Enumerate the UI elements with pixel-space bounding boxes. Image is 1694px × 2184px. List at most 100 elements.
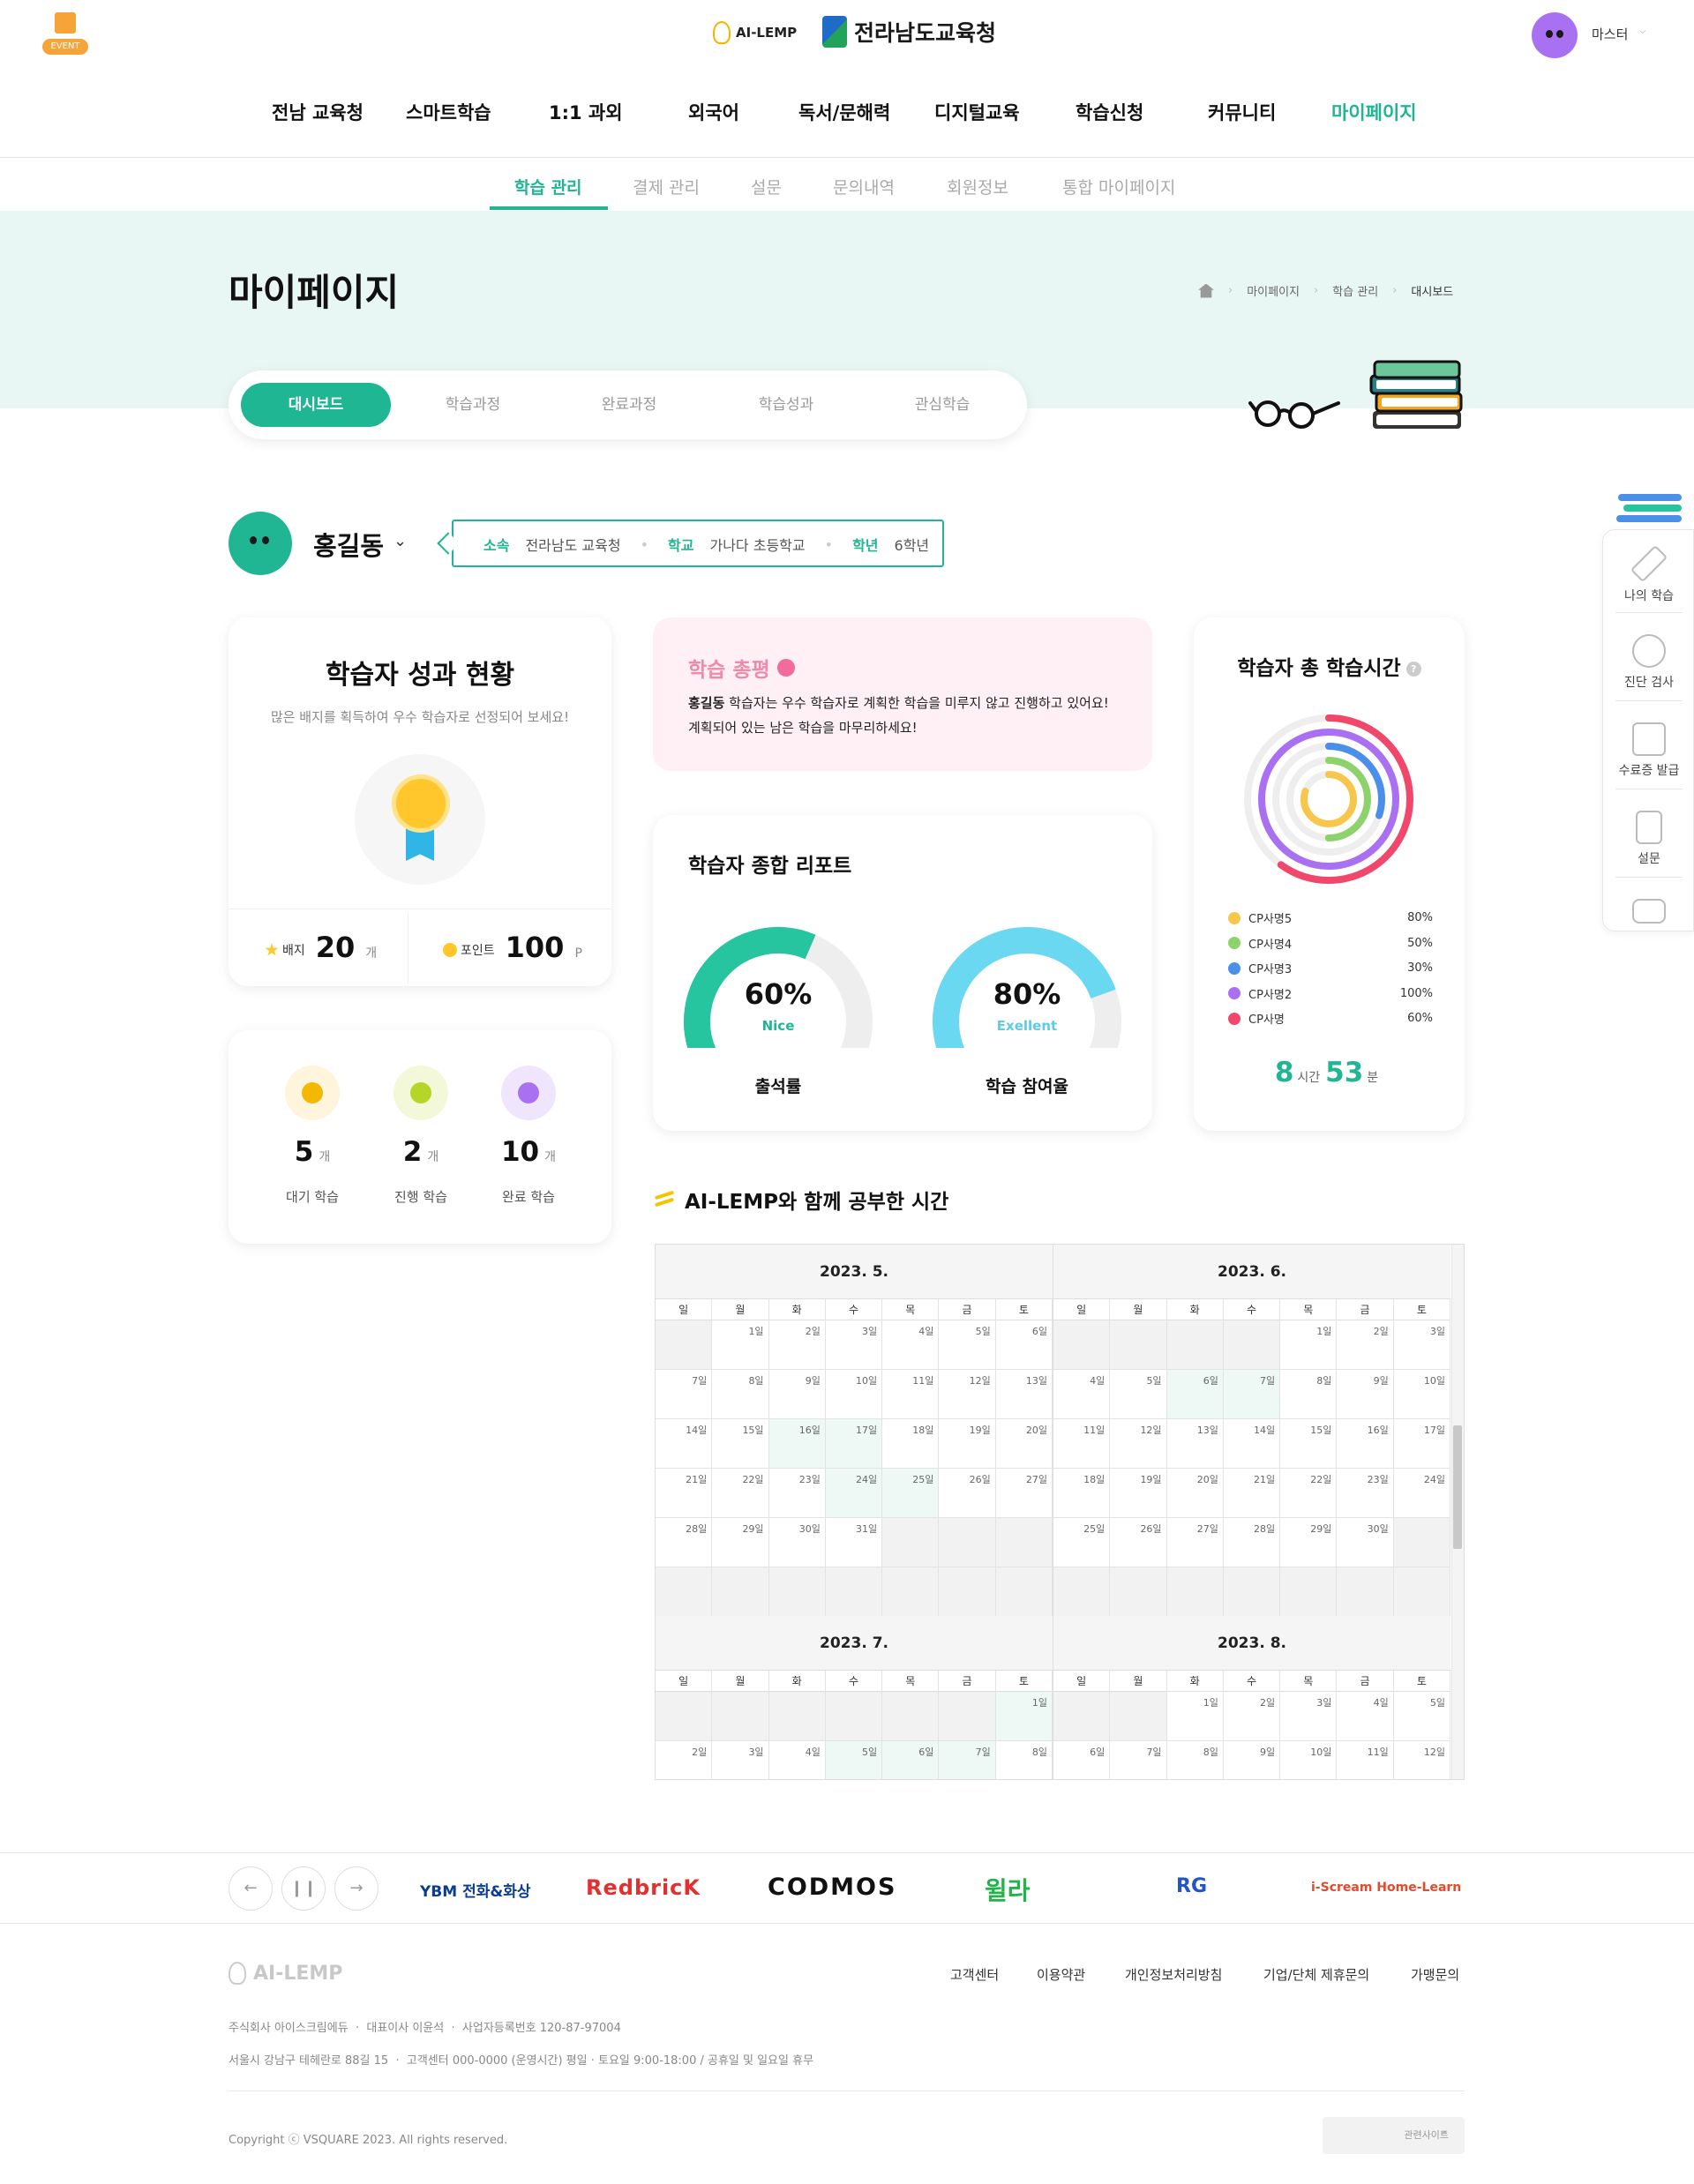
chevron-down-icon[interactable]: ⌄ <box>394 532 407 550</box>
profile-name[interactable]: 홍길동 <box>313 526 384 563</box>
calendar-day[interactable]: 16일 <box>1337 1419 1394 1469</box>
partner-logo-willa[interactable]: 윌라 <box>985 1872 1031 1907</box>
calendar-day[interactable]: 29일 <box>1280 1518 1338 1567</box>
calendar-day[interactable]: 17일 <box>825 1419 883 1469</box>
calendar-day[interactable]: 30일 <box>768 1518 826 1567</box>
calendar-day[interactable]: 1일 <box>1166 1692 1224 1741</box>
calendar-day[interactable]: 22일 <box>1280 1469 1338 1518</box>
calendar-day[interactable]: 25일 <box>1053 1518 1111 1567</box>
calendar-day[interactable]: 3일 <box>1280 1692 1338 1741</box>
calendar-day[interactable]: 8일 <box>1280 1370 1338 1419</box>
calendar-day[interactable]: 12일 <box>1394 1741 1450 1779</box>
footer-link-cs[interactable]: 고객센터 <box>950 1965 999 1984</box>
calendar-day[interactable]: 11일 <box>1337 1741 1394 1779</box>
gnb-item-digital[interactable]: 디지털교육 <box>934 99 1020 125</box>
scrollbar-thumb[interactable] <box>1453 1425 1462 1549</box>
tab-results[interactable]: 학습성과 <box>711 383 861 427</box>
calendar-day[interactable]: 9일 <box>768 1370 826 1419</box>
gnb-item-reading[interactable]: 독서/문해력 <box>798 99 890 125</box>
calendar-day[interactable]: 1일 <box>1280 1320 1338 1370</box>
calendar-day[interactable]: 21일 <box>1223 1469 1281 1518</box>
event-badge[interactable]: EVENT <box>42 39 88 55</box>
calendar-day[interactable]: 4일 <box>1053 1370 1111 1419</box>
calendar-day[interactable]: 7일 <box>1110 1741 1167 1779</box>
calendar-day[interactable]: 4일 <box>882 1320 940 1370</box>
tab-courses[interactable]: 학습과정 <box>398 383 548 427</box>
study-calendar[interactable]: 2023. 5. 일 월 화 수 목 금 토 1일 2일 3일 4일 5일 6일 7일 8일 9일 10일 11일 1… <box>655 1244 1465 1780</box>
partner-logo-redbrick[interactable]: RedbricK <box>586 1875 701 1900</box>
calendar-day[interactable]: 2일 <box>1223 1692 1281 1741</box>
calendar-day[interactable]: 28일 <box>656 1518 713 1567</box>
calendar-day[interactable]: 6일 <box>1166 1370 1224 1419</box>
calendar-day[interactable]: 1일 <box>995 1692 1053 1741</box>
gift-icon[interactable] <box>55 12 76 34</box>
calendar-day[interactable]: 27일 <box>995 1469 1053 1518</box>
calendar-day[interactable]: 19일 <box>1110 1469 1167 1518</box>
quick-menu-my-study[interactable]: 나의 학습 <box>1603 544 1694 604</box>
calendar-day[interactable]: 18일 <box>882 1419 940 1469</box>
calendar-day[interactable]: 1일 <box>712 1320 769 1370</box>
calendar-day[interactable]: 8일 <box>1167 1741 1224 1779</box>
calendar-day[interactable]: 26일 <box>1110 1518 1167 1567</box>
calendar-day[interactable]: 5일 <box>1110 1370 1167 1419</box>
gnb-item-mypage[interactable]: 마이페이지 <box>1331 99 1417 125</box>
lnb-item-payment[interactable]: 결제 관리 <box>633 175 700 198</box>
calendar-day[interactable]: 24일 <box>1393 1469 1450 1518</box>
calendar-day[interactable]: 15일 <box>712 1419 769 1469</box>
calendar-day[interactable]: 3일 <box>712 1741 769 1779</box>
calendar-day[interactable]: 2일 <box>768 1320 826 1370</box>
calendar-day[interactable]: 7일 <box>656 1370 713 1419</box>
calendar-day[interactable]: 26일 <box>939 1469 996 1518</box>
calendar-day[interactable]: 15일 <box>1280 1419 1338 1469</box>
calendar-day[interactable]: 25일 <box>882 1469 940 1518</box>
quick-menu-chat[interactable] <box>1603 899 1694 929</box>
tab-dashboard[interactable]: 대시보드 <box>241 383 391 427</box>
quick-menu-certificate[interactable]: 수료증 발급 <box>1603 722 1694 779</box>
partner-logo-homelearn[interactable]: i-Scream Home-Learn <box>1311 1881 1461 1895</box>
calendar-day[interactable]: 8일 <box>712 1370 769 1419</box>
lnb-item-study[interactable]: 학습 관리 <box>514 175 582 198</box>
lnb-item-inquiry[interactable]: 문의내역 <box>833 175 895 198</box>
calendar-day[interactable]: 6일 <box>1053 1741 1111 1779</box>
tab-interest[interactable]: 관심학습 <box>867 383 1017 427</box>
calendar-day[interactable]: 14일 <box>656 1419 713 1469</box>
calendar-day[interactable]: 17일 <box>1393 1419 1450 1469</box>
lnb-item-survey[interactable]: 설문 <box>751 175 782 198</box>
calendar-day[interactable]: 7일 <box>1223 1370 1281 1419</box>
calendar-day[interactable]: 12일 <box>1110 1419 1167 1469</box>
tab-completed[interactable]: 완료과정 <box>554 383 704 427</box>
calendar-day[interactable]: 8일 <box>996 1741 1053 1779</box>
footer-link-terms[interactable]: 이용약관 <box>1037 1965 1085 1984</box>
gnb-item-apply[interactable]: 학습신청 <box>1076 99 1143 125</box>
calendar-day[interactable]: 22일 <box>712 1469 769 1518</box>
calendar-day[interactable]: 20일 <box>1166 1469 1224 1518</box>
partner-logo-codmos[interactable]: CODMOS <box>768 1874 896 1901</box>
calendar-day[interactable]: 19일 <box>939 1419 996 1469</box>
calendar-day[interactable]: 12일 <box>939 1370 996 1419</box>
gnb-item-jeonnam[interactable]: 전남 교육청 <box>272 99 364 125</box>
calendar-day[interactable]: 20일 <box>995 1419 1053 1469</box>
lnb-item-integrated[interactable]: 통합 마이페이지 <box>1062 175 1175 198</box>
scrollbar[interactable] <box>1451 1245 1464 1779</box>
prev-arrow-icon[interactable]: ← <box>229 1866 273 1911</box>
lnb-item-member[interactable]: 회원정보 <box>947 175 1008 198</box>
help-icon[interactable]: ? <box>1405 662 1421 677</box>
chevron-down-icon[interactable]: ⌵ <box>1639 26 1646 36</box>
calendar-day[interactable]: 11일 <box>882 1370 940 1419</box>
calendar-day[interactable]: 4일 <box>1337 1692 1394 1741</box>
calendar-day[interactable]: 2일 <box>1337 1320 1394 1370</box>
calendar-day[interactable]: 23일 <box>768 1469 826 1518</box>
calendar-day[interactable]: 30일 <box>1337 1518 1394 1567</box>
partner-logo-ybm[interactable]: YBM 전화&화상 <box>420 1879 531 1901</box>
calendar-day[interactable]: 11일 <box>1053 1419 1111 1469</box>
calendar-day[interactable]: 18일 <box>1053 1469 1111 1518</box>
gnb-item-tutoring[interactable]: 1:1 과외 <box>549 99 623 125</box>
breadcrumb-item[interactable]: 마이페이지 <box>1247 282 1300 299</box>
calendar-day[interactable]: 2일 <box>656 1741 713 1779</box>
calendar-day[interactable]: 13일 <box>995 1370 1053 1419</box>
calendar-day[interactable]: 4일 <box>769 1741 826 1779</box>
footer-link-franchise[interactable]: 가맹문의 <box>1411 1965 1459 1984</box>
calendar-day[interactable]: 23일 <box>1337 1469 1394 1518</box>
calendar-day[interactable]: 5일 <box>939 1320 996 1370</box>
user-name[interactable]: 마스터 <box>1592 25 1628 43</box>
